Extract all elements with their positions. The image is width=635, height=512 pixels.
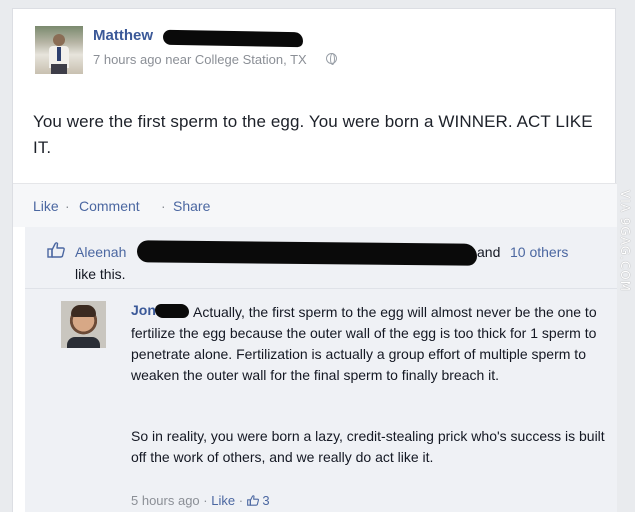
comment-text-paragraph-2: So in reality, you were born a lazy, cre… [131,428,605,465]
comment-body: Actually, the first sperm to the egg wil… [131,302,611,386]
comment: Actually, the first sperm to the egg wil… [25,289,617,512]
post-meta: 7 hours ago near College Station, TX [93,52,307,67]
likes-others-link[interactable]: 10 others [510,244,568,260]
comment-text: Actually, the first sperm to the egg wil… [131,304,597,383]
comment-timestamp[interactable]: 5 hours ago [131,493,200,508]
comment-link[interactable]: Comment [79,198,140,214]
comment-meta: 5 hours ago · Like · 3 [131,493,270,508]
separator: · [238,493,244,508]
likes-and: and [477,244,501,260]
post-timestamp[interactable]: 7 hours ago near College Station, TX [93,52,307,67]
separator: · [161,198,166,214]
thumbs-up-icon [246,495,259,506]
redaction-mark [155,304,189,318]
globe-icon [326,53,337,65]
redaction-mark [162,29,304,48]
likes-suffix: like this. [75,266,126,282]
comment-author-name[interactable]: Jon [131,302,156,318]
watermark-text: VIA 9GAG.COM [618,190,632,292]
commenter-avatar[interactable] [61,301,106,348]
author-avatar[interactable] [35,26,83,74]
comment-like-count[interactable]: 3 [262,493,269,508]
separator: · [65,198,70,214]
post-card: Matthew 7 hours ago near College Station… [12,8,617,512]
feedback-section: Aleenah and 10 others like this. Actuall… [25,227,617,512]
post-text: You were the first sperm to the egg. You… [33,112,593,157]
separator: · [203,493,208,508]
liker-name[interactable]: Aleenah [75,244,126,260]
post-author-name[interactable]: Matthew [93,27,153,44]
likes-summary: Aleenah and 10 others like this. [25,227,617,289]
comment-like-link[interactable]: Like [211,493,235,508]
like-link[interactable]: Like [33,198,59,214]
watermark: VIA 9GAG.COM [618,190,635,350]
share-link[interactable]: Share [173,198,210,214]
thumbs-up-icon [47,242,65,258]
post-actions-bar: Like · Comment · Share [13,183,617,227]
redaction-mark [136,240,478,266]
